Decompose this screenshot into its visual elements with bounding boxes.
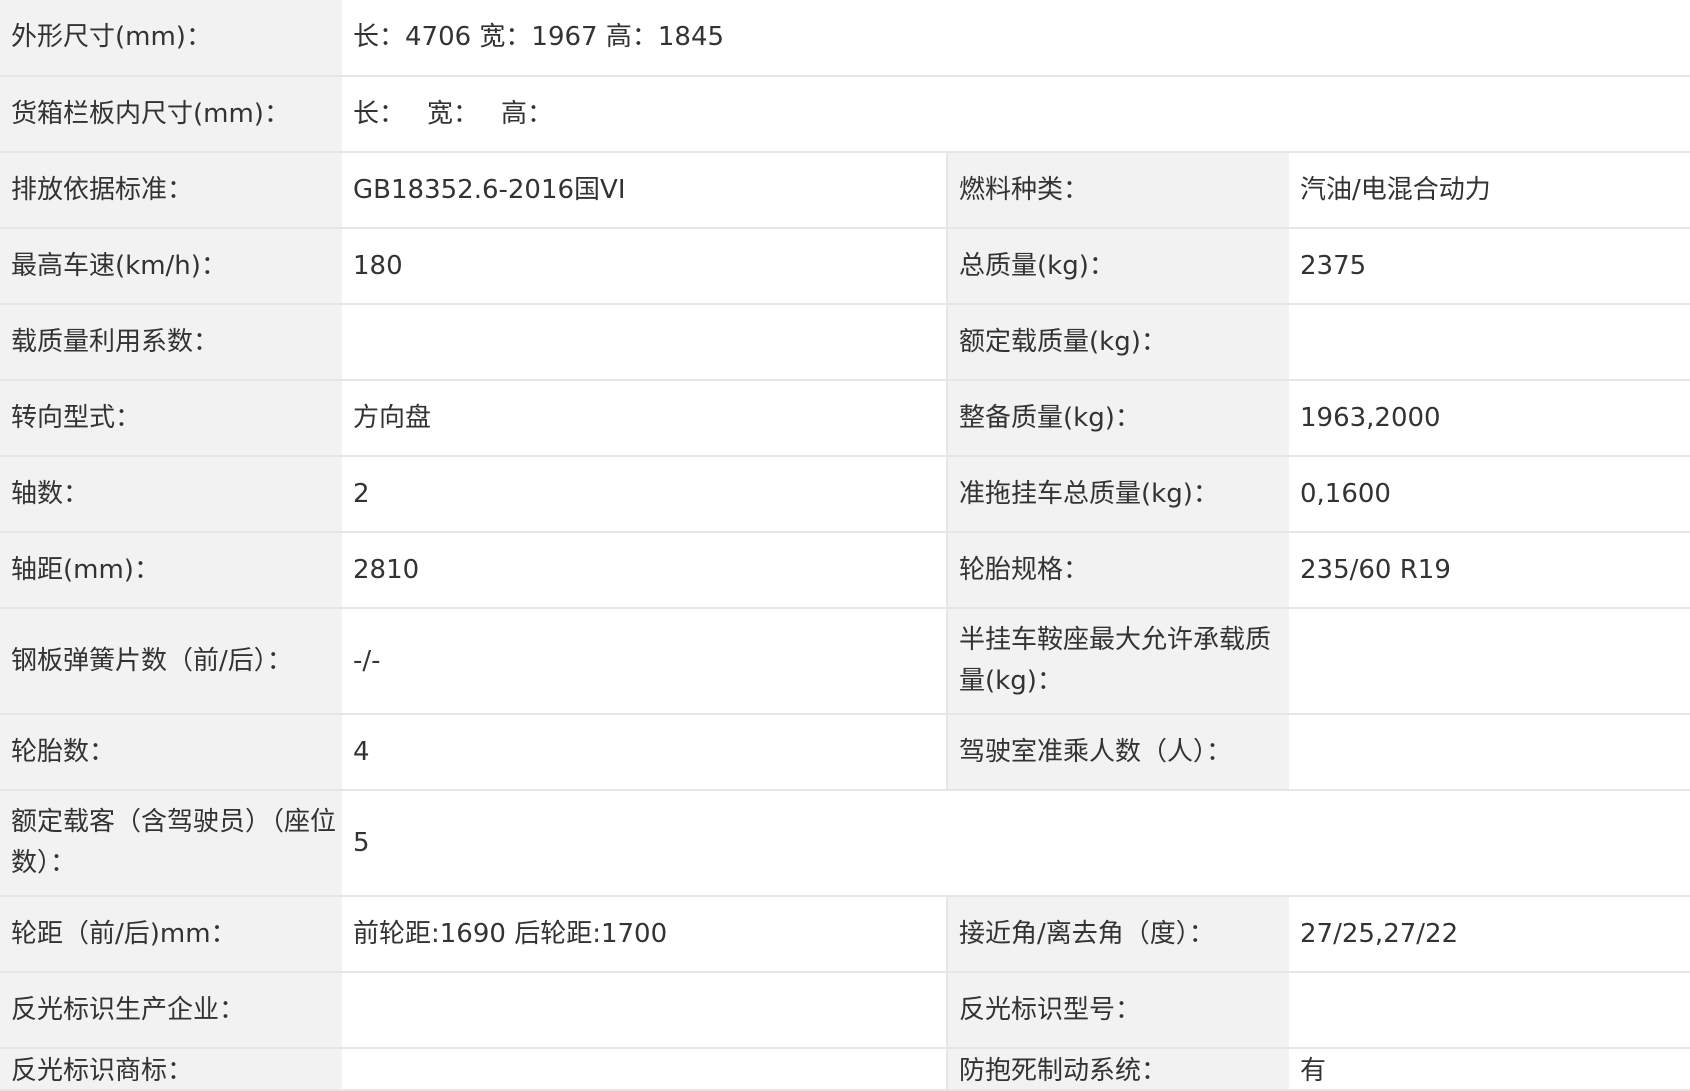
spec-row: 排放依据标准： GB18352.6-2016国VI 燃料种类： 汽油/电混合动力 [0,152,1690,229]
spec-row: 轴数： 2 准拖挂车总质量(kg)： 0,1600 [0,456,1690,533]
spec-value: 前轮距:1690 后轮距:1700 [342,896,947,973]
spec-label: 载质量利用系数： [0,304,342,381]
spec-row-dimensions: 外形尺寸(mm)： 长：4706 宽：1967 高：1845 [0,0,1690,77]
spec-label: 轮距（前/后)mm： [0,896,342,973]
cargo-length-label: 长： [353,98,406,129]
spec-value [1289,304,1690,381]
spec-label: 反光标识型号： [946,972,1289,1049]
spec-value: 2810 [342,532,947,609]
spec-value [342,972,947,1049]
spec-row: 轮距（前/后)mm： 前轮距:1690 后轮距:1700 接近角/离去角（度）：… [0,896,1690,973]
spec-label: 整备质量(kg)： [946,380,1289,457]
spec-label: 总质量(kg)： [946,228,1289,305]
spec-row: 反光标识商标： 防抱死制动系统： 有 [0,1048,1690,1091]
spec-label: 反光标识商标： [0,1048,342,1091]
spec-label: 排放依据标准： [0,152,342,229]
spec-value: 方向盘 [342,380,947,457]
spec-value: 有 [1289,1048,1690,1091]
spec-row: 轮胎数： 4 驾驶室准乘人数（人）： [0,714,1690,791]
spec-label: 额定载客（含驾驶员）（座位数）： [0,790,342,897]
spec-label: 货箱栏板内尺寸(mm)： [0,76,342,153]
spec-value: 长： 宽： 高： [342,76,1690,153]
spec-row: 转向型式： 方向盘 整备质量(kg)： 1963,2000 [0,380,1690,457]
spec-value: 27/25,27/22 [1289,896,1690,973]
spec-row: 钢板弹簧片数（前/后）： -/- 半挂车鞍座最大允许承载质量(kg)： [0,608,1690,715]
spec-value: GB18352.6-2016国VI [342,152,947,229]
spec-label: 外形尺寸(mm)： [0,0,342,77]
spec-value: 4 [342,714,947,791]
spec-label: 轴数： [0,456,342,533]
spec-row-cargo-box-dimensions: 货箱栏板内尺寸(mm)： 长： 宽： 高： [0,76,1690,153]
spec-label: 最高车速(km/h)： [0,228,342,305]
spec-label: 钢板弹簧片数（前/后）： [0,608,342,715]
spec-label: 转向型式： [0,380,342,457]
spec-row: 轴距(mm)： 2810 轮胎规格： 235/60 R19 [0,532,1690,609]
spec-value: 汽油/电混合动力 [1289,152,1690,229]
cargo-width-label: 宽： [427,98,480,129]
vehicle-spec-table: 外形尺寸(mm)： 长：4706 宽：1967 高：1845 货箱栏板内尺寸(m… [0,0,1690,1091]
spec-label: 接近角/离去角（度）： [946,896,1289,973]
spec-value [342,304,947,381]
spec-value: 5 [342,790,1690,897]
spec-row: 反光标识生产企业： 反光标识型号： [0,972,1690,1049]
spec-label: 准拖挂车总质量(kg)： [946,456,1289,533]
spec-value: 2375 [1289,228,1690,305]
spec-value: -/- [342,608,947,715]
spec-label: 驾驶室准乘人数（人）： [946,714,1289,791]
spec-value [342,1048,947,1091]
spec-row-passenger-capacity: 额定载客（含驾驶员）（座位数）： 5 [0,790,1690,897]
spec-label: 半挂车鞍座最大允许承载质量(kg)： [946,608,1289,715]
spec-value [1289,972,1690,1049]
spec-value: 0,1600 [1289,456,1690,533]
spec-row: 最高车速(km/h)： 180 总质量(kg)： 2375 [0,228,1690,305]
spec-value: 长：4706 宽：1967 高：1845 [342,0,1690,77]
spec-value: 2 [342,456,947,533]
spec-label: 反光标识生产企业： [0,972,342,1049]
spec-label: 轮胎规格： [946,532,1289,609]
spec-value: 180 [342,228,947,305]
spec-label: 额定载质量(kg)： [946,304,1289,381]
spec-value [1289,714,1690,791]
spec-label: 轴距(mm)： [0,532,342,609]
spec-label: 轮胎数： [0,714,342,791]
spec-label: 防抱死制动系统： [946,1048,1289,1091]
spec-row: 载质量利用系数： 额定载质量(kg)： [0,304,1690,381]
cargo-height-label: 高： [501,98,554,129]
spec-value: 1963,2000 [1289,380,1690,457]
spec-label: 燃料种类： [946,152,1289,229]
spec-value: 235/60 R19 [1289,532,1690,609]
spec-value [1289,608,1690,715]
